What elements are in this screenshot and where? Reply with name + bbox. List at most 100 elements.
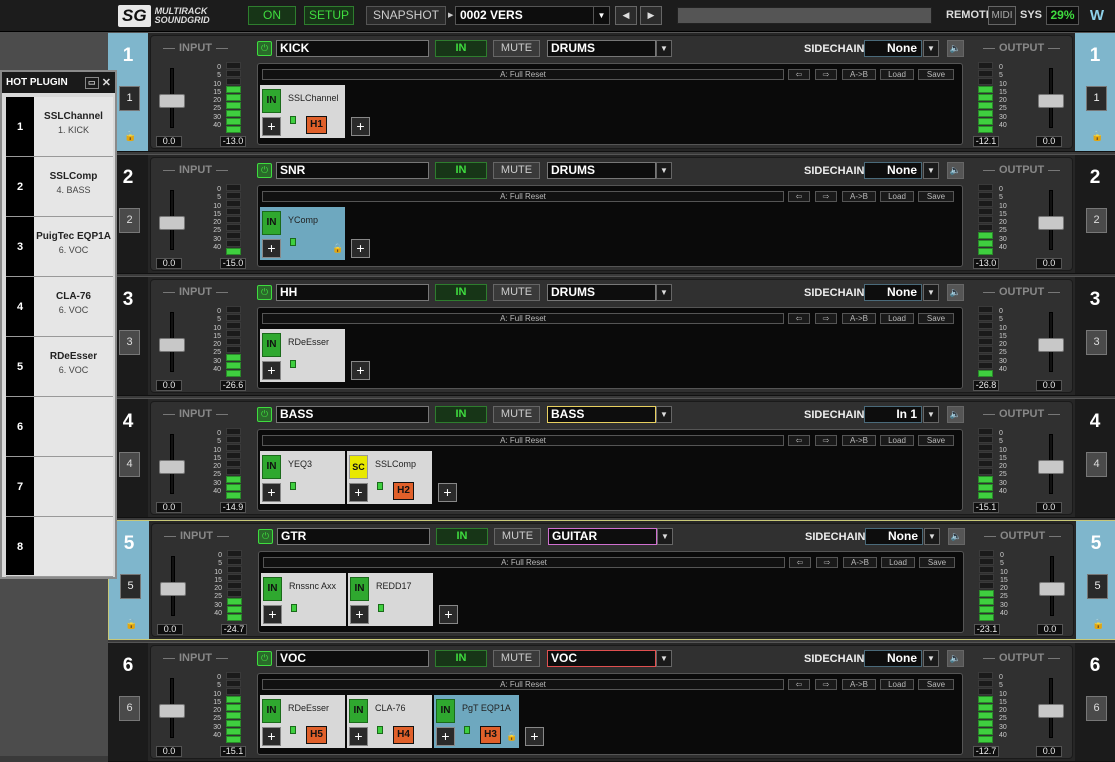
group-field[interactable]: VOC bbox=[547, 650, 656, 667]
plugin-in-button[interactable]: IN bbox=[350, 577, 369, 601]
input-fader[interactable] bbox=[159, 190, 185, 250]
fader-cap[interactable] bbox=[1038, 94, 1064, 108]
track-in-button[interactable]: IN bbox=[436, 528, 488, 545]
group-field[interactable]: GUITAR bbox=[548, 528, 657, 545]
save-button[interactable]: Save bbox=[918, 191, 954, 202]
ab-button[interactable]: A->B bbox=[842, 191, 876, 202]
plugin-in-button[interactable]: IN bbox=[263, 577, 282, 601]
plugin-in-button[interactable]: IN bbox=[436, 699, 455, 723]
power-icon[interactable]: ⏻ bbox=[257, 407, 272, 422]
undo-arrow-icon[interactable]: ⇦ bbox=[788, 191, 810, 202]
group-field[interactable]: DRUMS bbox=[547, 162, 656, 179]
save-button[interactable]: Save bbox=[918, 69, 954, 80]
group-field[interactable]: BASS bbox=[547, 406, 656, 423]
sidechain-field[interactable]: None bbox=[864, 284, 922, 301]
redo-arrow-icon[interactable]: ⇨ bbox=[815, 69, 837, 80]
hot-plugin-cell[interactable] bbox=[34, 397, 113, 456]
add-plugin-button[interactable]: + bbox=[262, 483, 281, 502]
speaker-icon[interactable]: 🔈 bbox=[947, 650, 964, 667]
plugin-slot[interactable]: IN YComp + 🔒 bbox=[260, 207, 345, 260]
track-mute-button[interactable]: MUTE bbox=[493, 162, 540, 179]
track-select-button[interactable]: 6 bbox=[119, 696, 140, 721]
plugin-in-button[interactable]: IN bbox=[262, 455, 281, 479]
fader-cap[interactable] bbox=[159, 94, 185, 108]
prev-snapshot-button[interactable]: ◀ bbox=[615, 6, 637, 25]
hot-plugin-row[interactable]: 8 bbox=[6, 517, 113, 577]
ab-button[interactable]: A->B bbox=[842, 69, 876, 80]
add-plugin-button[interactable]: + bbox=[351, 239, 370, 258]
chevron-down-icon[interactable]: ▼ bbox=[656, 162, 672, 179]
plugin-in-button[interactable]: IN bbox=[262, 699, 281, 723]
add-plugin-button[interactable]: + bbox=[525, 727, 544, 746]
save-button[interactable]: Save bbox=[918, 679, 954, 690]
plugin-slot[interactable]: IN REDD17 + bbox=[348, 573, 433, 626]
power-icon[interactable]: ⏻ bbox=[257, 41, 272, 56]
plugin-in-button[interactable]: IN bbox=[349, 699, 368, 723]
hot-plugin-row[interactable]: 1 SSLChannel 1. KICK bbox=[6, 97, 113, 157]
add-plugin-button[interactable]: + bbox=[262, 361, 281, 380]
input-gain-value[interactable]: 0.0 bbox=[156, 136, 182, 147]
save-button[interactable]: Save bbox=[918, 435, 954, 446]
ab-button[interactable]: A->B bbox=[842, 679, 876, 690]
chevron-down-icon[interactable]: ▼ bbox=[923, 406, 939, 423]
chevron-down-icon[interactable]: ▼ bbox=[656, 40, 672, 57]
undo-arrow-icon[interactable]: ⇦ bbox=[788, 69, 810, 80]
on-button[interactable]: ON bbox=[248, 6, 296, 25]
add-plugin-button[interactable]: + bbox=[262, 239, 281, 258]
fader-cap[interactable] bbox=[159, 704, 185, 718]
hot-plugin-row[interactable]: 6 bbox=[6, 397, 113, 457]
add-plugin-button[interactable]: + bbox=[351, 117, 370, 136]
chevron-down-icon[interactable]: ▼ bbox=[923, 284, 939, 301]
add-plugin-button[interactable]: + bbox=[262, 727, 281, 746]
track-select-button[interactable]: 5 bbox=[120, 574, 141, 599]
sidechain-field[interactable]: None bbox=[865, 528, 923, 545]
track-name-field[interactable]: GTR bbox=[277, 528, 430, 545]
track-in-button[interactable]: IN bbox=[435, 284, 487, 301]
fader-cap[interactable] bbox=[1038, 460, 1064, 474]
track-select-button[interactable]: 6 bbox=[1086, 696, 1107, 721]
undo-arrow-icon[interactable]: ⇦ bbox=[788, 679, 810, 690]
speaker-icon[interactable]: 🔈 bbox=[947, 40, 964, 57]
save-button[interactable]: Save bbox=[919, 557, 955, 568]
plugin-slot[interactable]: IN RDeEsser + bbox=[260, 329, 345, 382]
input-fader[interactable] bbox=[159, 434, 185, 494]
chevron-down-icon[interactable]: ▼ bbox=[923, 650, 939, 667]
close-icon[interactable]: ✕ bbox=[102, 76, 111, 89]
redo-arrow-icon[interactable]: ⇨ bbox=[815, 435, 837, 446]
hot-plugin-row[interactable]: 2 SSLComp 4. BASS bbox=[6, 157, 113, 217]
output-fader[interactable] bbox=[1038, 434, 1064, 494]
hot-plugin-row[interactable]: 4 CLA-76 6. VOC bbox=[6, 277, 113, 337]
track-in-button[interactable]: IN bbox=[435, 40, 487, 57]
input-fader[interactable] bbox=[159, 68, 185, 128]
fader-cap[interactable] bbox=[159, 216, 185, 230]
output-fader[interactable] bbox=[1038, 190, 1064, 250]
chevron-down-icon[interactable]: ▼ bbox=[656, 650, 672, 667]
output-gain-value[interactable]: 0.0 bbox=[1037, 624, 1063, 635]
track-select-button[interactable]: 3 bbox=[1086, 330, 1107, 355]
hot-plugin-cell[interactable]: CLA-76 6. VOC bbox=[34, 277, 113, 336]
load-button[interactable]: Load bbox=[880, 679, 914, 690]
hot-plugin-cell[interactable] bbox=[34, 517, 113, 576]
input-gain-value[interactable]: 0.0 bbox=[156, 746, 182, 757]
track-name-field[interactable]: SNR bbox=[276, 162, 429, 179]
track-name-field[interactable]: VOC bbox=[276, 650, 429, 667]
load-button[interactable]: Load bbox=[881, 557, 915, 568]
chevron-down-icon[interactable]: ▼ bbox=[924, 528, 940, 545]
waves-logo-icon[interactable]: W bbox=[1086, 6, 1108, 26]
output-fader[interactable] bbox=[1039, 556, 1065, 616]
input-fader[interactable] bbox=[159, 312, 185, 372]
fader-cap[interactable] bbox=[159, 338, 185, 352]
plugin-in-button[interactable]: IN bbox=[262, 333, 281, 357]
power-icon[interactable]: ⏻ bbox=[258, 529, 273, 544]
add-plugin-button[interactable]: + bbox=[439, 605, 458, 624]
track-name-field[interactable]: BASS bbox=[276, 406, 429, 423]
speaker-icon[interactable]: 🔈 bbox=[947, 162, 964, 179]
hot-plugin-cell[interactable]: PuigTec EQP1A 6. VOC bbox=[34, 217, 113, 276]
redo-arrow-icon[interactable]: ⇨ bbox=[815, 191, 837, 202]
track-name-field[interactable]: KICK bbox=[276, 40, 429, 57]
input-gain-value[interactable]: 0.0 bbox=[156, 380, 182, 391]
speaker-icon[interactable]: 🔈 bbox=[947, 406, 964, 423]
track-select-button[interactable]: 3 bbox=[119, 330, 140, 355]
input-gain-value[interactable]: 0.0 bbox=[157, 624, 183, 635]
add-plugin-button[interactable]: + bbox=[350, 605, 369, 624]
